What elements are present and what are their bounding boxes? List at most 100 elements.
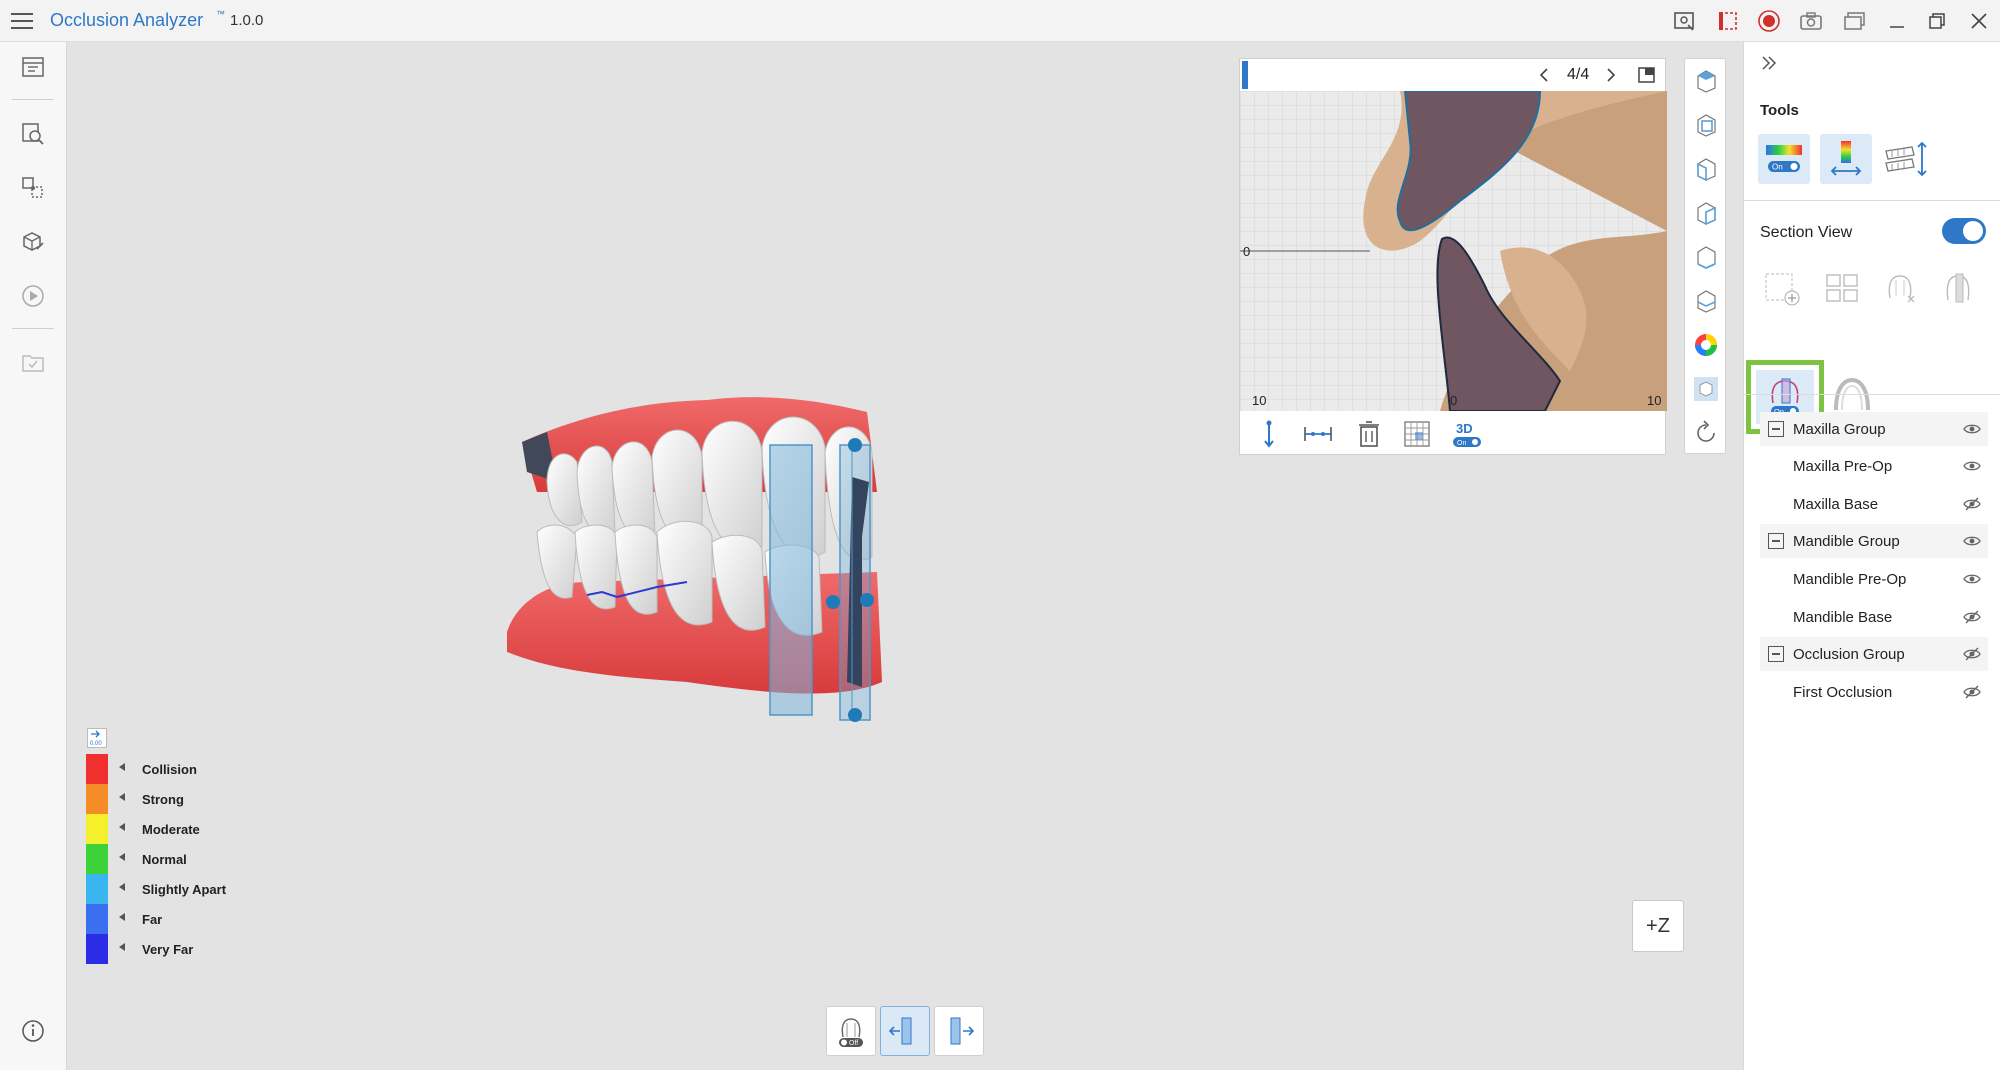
legend-swatch [86, 784, 108, 814]
color-scale-tool-button[interactable] [1820, 134, 1872, 184]
report-icon[interactable] [18, 348, 48, 378]
bottom-toolbar: Off [826, 1006, 984, 1056]
tree-group-occlusion[interactable]: Occlusion Group [1760, 637, 1988, 671]
section-left-button[interactable] [880, 1006, 930, 1056]
tree-item-maxilla-pre-op[interactable]: Maxilla Pre-Op [1760, 449, 1988, 483]
tree-label: Mandible Pre-Op [1793, 571, 1907, 588]
collapse-icon[interactable] [1768, 533, 1784, 549]
eye-icon[interactable] [1963, 571, 1981, 587]
tree-group-maxilla[interactable]: Maxilla Group [1760, 412, 1988, 446]
measure-vertical-icon[interactable] [1252, 417, 1286, 451]
tooth-section-auto-icon[interactable] [1876, 264, 1924, 312]
dental-model[interactable] [507, 382, 967, 782]
left-toolbar [0, 42, 67, 1070]
measure-horizontal-icon[interactable] [1301, 417, 1335, 451]
tree-item-mandible-base[interactable]: Mandible Base [1760, 600, 1988, 634]
add-section-icon[interactable] [1758, 264, 1806, 312]
grid-toggle-icon[interactable] [1400, 417, 1434, 451]
multi-section-icon[interactable] [1818, 264, 1866, 312]
color-wheel-icon[interactable] [1690, 329, 1722, 361]
section-cross-section-canvas[interactable]: 0 10 0 10 [1240, 91, 1667, 411]
screen-capture-icon[interactable] [1672, 9, 1698, 33]
jaw-distance-tool-button[interactable] [1880, 134, 1932, 184]
view-right-icon[interactable] [1690, 197, 1722, 229]
play-icon[interactable] [18, 281, 48, 311]
tree-item-first-occlusion[interactable]: First Occlusion [1760, 675, 1988, 709]
svg-text:Off: Off [849, 1040, 858, 1047]
view-left-icon[interactable] [1690, 153, 1722, 185]
legend-arrow-icon[interactable] [119, 943, 125, 951]
analysis-icon[interactable] [18, 119, 48, 149]
svg-text:3D: 3D [1456, 421, 1473, 436]
legend-arrow-icon[interactable] [119, 913, 125, 921]
restore-icon[interactable] [1924, 9, 1950, 33]
tooth-section-icon[interactable] [1934, 264, 1982, 312]
legend-arrow-icon[interactable] [119, 823, 125, 831]
section-view-window[interactable]: 4/4 0 10 0 10 3D On [1239, 58, 1667, 455]
chevron-right-icon[interactable] [1600, 65, 1620, 85]
record-area-icon[interactable] [1716, 9, 1742, 33]
legend-label: Normal [142, 852, 187, 867]
view-top-icon[interactable] [1690, 65, 1722, 97]
zoom-direction-button[interactable]: +Z [1632, 900, 1684, 952]
view-back-icon[interactable] [1690, 285, 1722, 317]
expand-window-icon[interactable] [1637, 65, 1657, 85]
gallery-icon[interactable] [1842, 9, 1868, 33]
menu-icon[interactable] [10, 10, 34, 32]
3d-on-toggle-icon[interactable]: 3D On [1450, 417, 1484, 451]
legend-arrow-icon[interactable] [119, 763, 125, 771]
chevron-left-icon[interactable] [1535, 65, 1555, 85]
section-page-indicator: 4/4 [1567, 66, 1590, 83]
eye-icon[interactable] [1963, 458, 1981, 474]
legend-label: Very Far [142, 942, 194, 957]
tree-item-mandible-pre-op[interactable]: Mandible Pre-Op [1760, 562, 1988, 596]
eye-icon[interactable] [1963, 533, 1981, 549]
axis-label-0: 0 [1243, 244, 1250, 259]
legend-arrow-icon[interactable] [119, 853, 125, 861]
eye-icon[interactable] [1963, 421, 1981, 437]
info-icon[interactable] [18, 1016, 48, 1046]
distance-unit-icon[interactable]: 0.00 [87, 728, 107, 748]
minimize-icon[interactable] [1884, 9, 1910, 33]
eye-off-icon[interactable] [1963, 684, 1981, 700]
eye-off-icon[interactable] [1963, 646, 1981, 662]
tools-title: Tools [1760, 102, 1799, 119]
distance-unit-label: 0.00 [90, 741, 102, 747]
legend-arrow-icon[interactable] [119, 793, 125, 801]
close-icon[interactable] [1966, 9, 1992, 33]
tree-item-maxilla-base[interactable]: Maxilla Base [1760, 487, 1988, 521]
case-info-icon[interactable] [18, 52, 48, 82]
tree-group-mandible[interactable]: Mandible Group [1760, 524, 1988, 558]
legend-row-slightly-apart: Slightly Apart [86, 874, 246, 904]
collapse-icon[interactable] [1768, 421, 1784, 437]
axis-label-0-bottom: 0 [1450, 393, 1457, 408]
tree-label: Mandible Base [1793, 609, 1893, 626]
section-view-toggle[interactable] [1942, 218, 1986, 244]
eye-off-icon[interactable] [1963, 496, 1981, 512]
section-window-header: 4/4 [1240, 59, 1665, 91]
legend-label: Collision [142, 762, 197, 777]
legend-swatch [86, 874, 108, 904]
view-bottom-icon[interactable] [1690, 109, 1722, 141]
alignment-icon[interactable] [18, 173, 48, 203]
tree-label: Mandible Group [1793, 533, 1900, 550]
tree-label: Maxilla Pre-Op [1793, 458, 1893, 475]
view-front-icon[interactable] [1690, 241, 1722, 273]
section-view-label: Section View [1760, 224, 1853, 241]
legend-swatch [86, 754, 108, 784]
eye-off-icon[interactable] [1963, 609, 1981, 625]
reset-view-icon[interactable] [1690, 417, 1722, 449]
model-edit-icon[interactable] [18, 227, 48, 257]
tooth-off-button[interactable]: Off [826, 1006, 876, 1056]
delete-icon[interactable] [1352, 417, 1386, 451]
tree-label: Maxilla Base [1793, 496, 1879, 513]
collapse-panel-icon[interactable] [1758, 52, 1780, 74]
section-right-button[interactable] [934, 1006, 984, 1056]
record-icon[interactable] [1756, 9, 1782, 33]
heatmap-tool-button[interactable]: On [1758, 134, 1810, 184]
camera-icon[interactable] [1798, 9, 1824, 33]
texture-icon[interactable] [1690, 373, 1722, 405]
legend-arrow-icon[interactable] [119, 883, 125, 891]
collapse-icon[interactable] [1768, 646, 1784, 662]
legend-row-strong: Strong [86, 784, 246, 814]
